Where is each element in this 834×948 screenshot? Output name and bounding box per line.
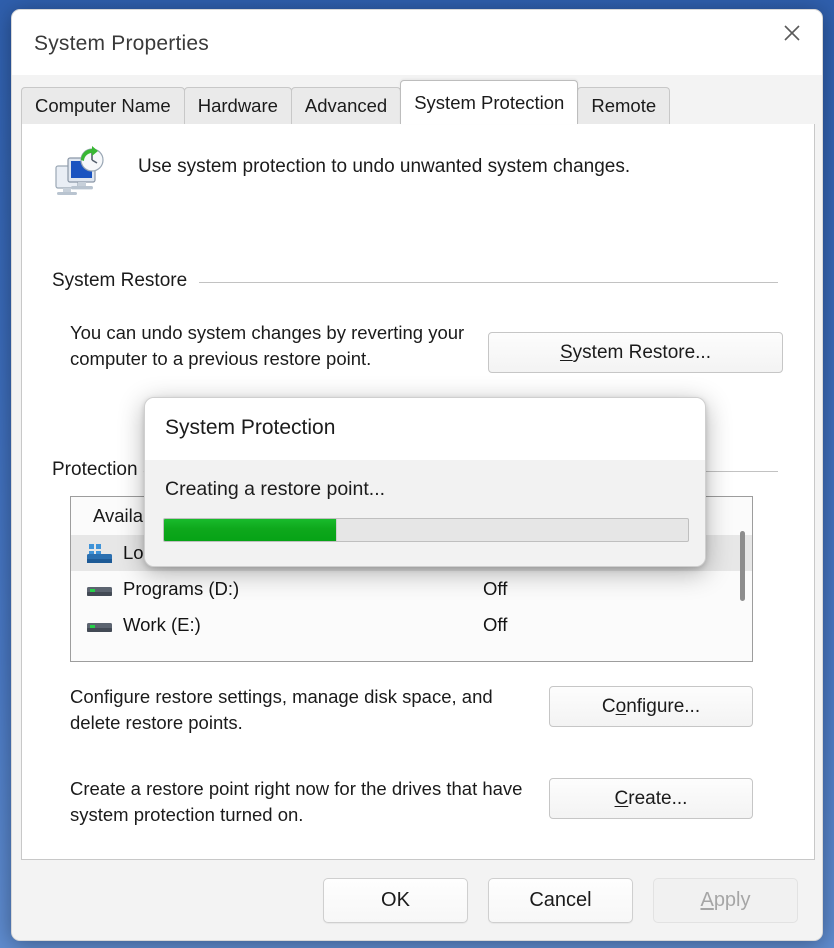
- scrollbar-thumb[interactable]: [740, 531, 745, 601]
- listbox-scrollbar[interactable]: [736, 503, 749, 657]
- progress-dialog-titlebar: System Protection: [145, 398, 705, 460]
- tab-hardware[interactable]: Hardware: [183, 87, 292, 124]
- protection-banner: Use system protection to undo unwanted s…: [52, 144, 630, 202]
- table-row[interactable]: Work (E:) Off: [71, 607, 752, 643]
- close-icon[interactable]: [762, 10, 822, 56]
- ok-button[interactable]: OK: [323, 877, 468, 923]
- configure-description: Configure restore settings, manage disk …: [70, 686, 493, 733]
- configure-button[interactable]: Co nfigure...: [549, 686, 753, 727]
- group-divider: [199, 282, 778, 283]
- drive-name: Programs (D:): [123, 578, 240, 599]
- create-button[interactable]: Create...: [549, 778, 753, 819]
- system-restore-group-label: System Restore: [52, 270, 188, 291]
- progress-dialog-body: Creating a restore point...: [145, 460, 705, 566]
- progress-bar-fill: [164, 519, 337, 541]
- tab-remote[interactable]: Remote: [577, 87, 671, 124]
- system-protection-icon: [52, 144, 110, 202]
- tab-advanced[interactable]: Advanced: [290, 87, 402, 124]
- hard-drive-icon: [85, 579, 115, 599]
- drive-protection: Off: [483, 578, 508, 599]
- progress-status-text: Creating a restore point...: [165, 478, 386, 500]
- cancel-button[interactable]: Cancel: [488, 877, 633, 923]
- system-restore-button[interactable]: System Restore...: [488, 332, 783, 373]
- system-restore-group-header: System Restore: [52, 270, 778, 292]
- tab-system-protection[interactable]: System Protection: [400, 80, 579, 124]
- system-protection-progress-dialog: System Protection Creating a restore poi…: [144, 397, 706, 567]
- create-description: Create a restore point right now for the…: [70, 778, 523, 825]
- drive-protection: Off: [483, 614, 508, 635]
- table-row[interactable]: Programs (D:) Off: [71, 571, 752, 607]
- tab-strip: Computer Name Hardware Advanced System P…: [21, 80, 813, 124]
- system-drive-icon: [85, 543, 115, 563]
- tab-computer-name[interactable]: Computer Name: [21, 87, 185, 124]
- system-properties-window: System Properties Computer Name Hardware…: [11, 9, 823, 941]
- title-bar: System Properties: [12, 10, 822, 75]
- progress-dialog-title: System Protection: [165, 416, 336, 439]
- dialog-footer: OK Cancel Apply: [12, 860, 822, 940]
- progress-bar: [163, 518, 689, 542]
- system-restore-description: You can undo system changes by reverting…: [70, 322, 465, 369]
- window-title: System Properties: [34, 32, 209, 55]
- hard-drive-icon: [85, 615, 115, 635]
- apply-button: Apply: [653, 877, 798, 923]
- drive-name: Work (E:): [123, 614, 201, 635]
- banner-text: Use system protection to undo unwanted s…: [138, 156, 631, 177]
